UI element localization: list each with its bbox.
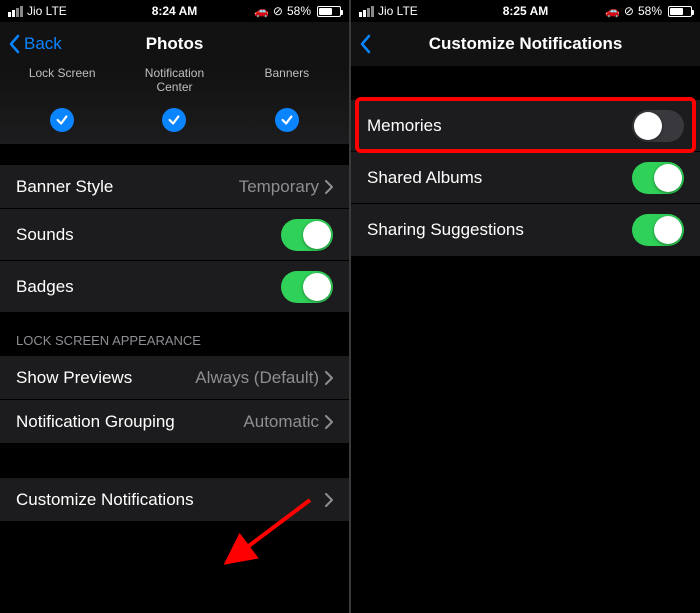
screen-photos-notifications: Jio LTE 8:24 AM 🚗 ⊘ 58% Back Photos Lock… xyxy=(0,0,349,613)
shared-albums-toggle[interactable] xyxy=(632,162,684,194)
badges-toggle[interactable] xyxy=(281,271,333,303)
row-shared-albums[interactable]: Shared Albums xyxy=(351,152,700,204)
nav-bar: Customize Notifications xyxy=(351,22,700,66)
row-customize-notifications[interactable]: Customize Notifications xyxy=(0,478,349,522)
battery-icon xyxy=(668,6,692,17)
alert-type-banners-check[interactable] xyxy=(275,108,299,132)
grouping-label: Notification Grouping xyxy=(16,412,175,432)
row-memories[interactable]: Memories xyxy=(351,100,700,152)
status-bar: Jio LTE 8:25 AM 🚗 ⊘ 58% xyxy=(351,0,700,22)
grouping-value: Automatic xyxy=(243,412,319,432)
clock: 8:24 AM xyxy=(0,4,349,18)
sounds-toggle[interactable] xyxy=(281,219,333,251)
alert-type-notification-center-label: Notification Center xyxy=(119,66,230,94)
clock: 8:25 AM xyxy=(351,4,700,18)
badges-label: Badges xyxy=(16,277,74,297)
chevron-left-icon xyxy=(359,34,371,54)
back-label: Back xyxy=(24,34,62,54)
chevron-right-icon xyxy=(325,180,333,194)
memories-label: Memories xyxy=(367,116,442,136)
screen-customize-notifications: Jio LTE 8:25 AM 🚗 ⊘ 58% Customize Notifi… xyxy=(351,0,700,613)
row-sharing-suggestions[interactable]: Sharing Suggestions xyxy=(351,204,700,256)
battery-icon xyxy=(317,6,341,17)
alert-type-notification-center-check[interactable] xyxy=(162,108,186,132)
banner-style-label: Banner Style xyxy=(16,177,113,197)
chevron-right-icon xyxy=(325,493,333,507)
row-show-previews[interactable]: Show Previews Always (Default) xyxy=(0,356,349,400)
row-sounds[interactable]: Sounds xyxy=(0,209,349,261)
customize-label: Customize Notifications xyxy=(16,490,194,510)
previews-value: Always (Default) xyxy=(195,368,319,388)
memories-toggle[interactable] xyxy=(632,110,684,142)
chevron-right-icon xyxy=(325,371,333,385)
row-notification-grouping[interactable]: Notification Grouping Automatic xyxy=(0,400,349,444)
sharing-suggestions-toggle[interactable] xyxy=(632,214,684,246)
sharing-suggestions-label: Sharing Suggestions xyxy=(367,220,524,240)
sounds-label: Sounds xyxy=(16,225,74,245)
nav-bar: Back Photos xyxy=(0,22,349,66)
alert-type-lockscreen-check[interactable] xyxy=(50,108,74,132)
page-title: Customize Notifications xyxy=(429,34,623,54)
page-title: Photos xyxy=(146,34,204,54)
alert-types-area: Lock Screen Notification Center Banners xyxy=(0,66,349,145)
status-bar: Jio LTE 8:24 AM 🚗 ⊘ 58% xyxy=(0,0,349,22)
banner-style-value: Temporary xyxy=(239,177,319,197)
row-banner-style[interactable]: Banner Style Temporary xyxy=(0,165,349,209)
previews-label: Show Previews xyxy=(16,368,132,388)
section-header-lock-screen: LOCK SCREEN APPEARANCE xyxy=(0,313,349,356)
alert-type-banners-label: Banners xyxy=(231,66,342,80)
back-button[interactable] xyxy=(359,22,371,66)
shared-albums-label: Shared Albums xyxy=(367,168,482,188)
alert-type-lockscreen-label: Lock Screen xyxy=(7,66,118,80)
chevron-left-icon xyxy=(8,34,20,54)
chevron-right-icon xyxy=(325,415,333,429)
back-button[interactable]: Back xyxy=(8,22,62,66)
row-badges[interactable]: Badges xyxy=(0,261,349,313)
